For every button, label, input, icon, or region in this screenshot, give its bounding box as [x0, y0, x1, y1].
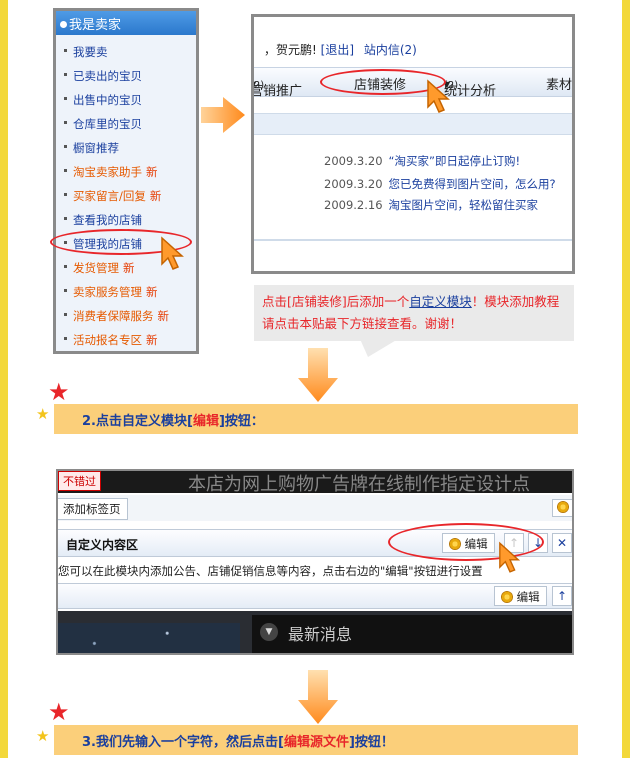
seller-menu-item[interactable]: 橱窗推荐 [56, 136, 196, 160]
gear-icon [501, 591, 513, 603]
instruction-callout: 点击[店铺装修]后添加一个自定义模块！模块添加教程请点击本贴最下方链接查看。谢谢… [254, 285, 574, 341]
seller-menu-title: 我是卖家 [69, 18, 122, 33]
top-badge: 不错过 [58, 471, 101, 491]
panel-divider [254, 239, 572, 241]
seller-menu-item[interactable]: 淘宝卖家助手新 [56, 160, 196, 184]
bullet-icon [64, 97, 67, 100]
news-item[interactable]: 2009.2.16 淘宝图片空间，轻松留住买家 [324, 197, 538, 213]
banner-text: 本店为网上购物广告牌在线制作指定设计点 [188, 474, 530, 495]
arrow-right-icon [201, 97, 245, 133]
new-badge: 新 [157, 309, 170, 323]
chevron-down-icon: ▼ [254, 80, 256, 89]
star-icon: ★ [36, 405, 50, 423]
module-description: 您可以在此模块内添加公告、店铺促销信息等内容，点击右边的"编辑"按钮进行设置 [58, 564, 483, 578]
logout-link[interactable]: [退出] [321, 43, 354, 57]
user-bar: ，贺元鹏! [退出] 站内信(2) [264, 41, 417, 58]
gear-icon [557, 501, 569, 513]
edit-button[interactable]: 编辑 [494, 586, 547, 606]
bullet-icon [64, 217, 67, 220]
bullet-icon [64, 145, 67, 148]
store-preview: ▼ 最新消息 [58, 611, 572, 653]
seller-menu-item-label: 橱窗推荐 [73, 141, 119, 155]
seller-menu-item-label: 淘宝卖家助手 [73, 165, 142, 179]
module-toolbar: 编辑 ↑ [58, 583, 572, 609]
news-section: ▼ 最新消息 [252, 615, 572, 653]
seller-menu-item-label: 仓库里的宝贝 [73, 117, 142, 131]
new-badge: 新 [149, 189, 162, 203]
nav-assets[interactable]: 素材 [546, 74, 572, 93]
seller-menu-item[interactable]: 出售中的宝贝 [56, 88, 196, 112]
cursor-pointer-icon [161, 236, 184, 270]
seller-menu-item-label: 查看我的店铺 [73, 213, 142, 227]
seller-menu-item-label: 我要卖 [73, 45, 108, 59]
new-badge: 新 [146, 285, 158, 299]
store-nav-screenshot: ，贺元鹏! [退出] 站内信(2) 营销推广(2)▼ 店铺装修 统计分析(2)▼… [251, 14, 575, 274]
seller-menu-item-label: 出售中的宝贝 [73, 93, 142, 107]
inbox-link[interactable]: 站内信(2) [364, 43, 417, 57]
news-item[interactable]: 2009.3.20 “淘买家”即日起停止订购! [324, 153, 520, 169]
seller-menu-item-label: 发货管理 [73, 261, 119, 275]
arrow-down-icon [298, 670, 338, 724]
bullet-icon [64, 169, 67, 172]
editor-screenshot: 不错过 本店为网上购物广告牌在线制作指定设计点 添加标签页 自定义内容区 编辑 … [56, 469, 574, 655]
bullet-icon [60, 21, 67, 28]
seller-menu-item[interactable]: 消费者保障服务新 [56, 304, 196, 328]
bullet-icon [64, 265, 67, 268]
callout-tail [360, 339, 398, 357]
module-title: 自定义内容区 [66, 538, 139, 552]
chevron-down-icon[interactable]: ▼ [260, 623, 278, 641]
seller-menu-header: 我是卖家 [56, 11, 196, 35]
cursor-pointer-icon [427, 79, 450, 113]
seller-menu-panel: 我是卖家 我要卖 已卖出的宝贝 出售中的宝贝 仓库里的宝贝 橱窗推荐 淘宝卖家助手新买家留… [53, 8, 199, 354]
star-icon: ★ [48, 698, 70, 726]
banner-strip: 不错过 本店为网上购物广告牌在线制作指定设计点 [58, 471, 572, 495]
new-badge: 新 [146, 165, 158, 179]
custom-module-link[interactable]: 自定义模块 [409, 294, 472, 309]
settings-button[interactable] [552, 499, 572, 517]
preview-image [58, 623, 240, 653]
arrow-down-icon [298, 348, 338, 402]
close-button[interactable]: ✕ [552, 533, 572, 553]
seller-menu-item[interactable]: 活动报名专区新 [56, 328, 196, 352]
news-title: 最新消息 [288, 625, 353, 644]
bullet-icon [64, 121, 67, 124]
bullet-icon [64, 289, 67, 292]
seller-menu-item-label: 消费者保障服务 [73, 309, 154, 323]
seller-menu-item[interactable]: 我要卖 [56, 40, 196, 64]
seller-menu-item-label: 买家留言/回复 [73, 189, 146, 203]
user-greeting: ，贺元鹏! [264, 43, 317, 57]
star-icon: ★ [48, 378, 70, 406]
panel-band [254, 113, 572, 135]
bullet-icon [64, 337, 67, 340]
seller-menu-item-label: 卖家服务管理 [73, 285, 142, 299]
seller-menu-list: 我要卖 已卖出的宝贝 出售中的宝贝 仓库里的宝贝 橱窗推荐 淘宝卖家助手新买家留言/回复新… [56, 35, 196, 352]
move-up-button[interactable]: ↑ [552, 586, 572, 606]
seller-menu-item[interactable]: 已卖出的宝贝 [56, 64, 196, 88]
news-item[interactable]: 2009.3.20 您已免费得到图片空间，怎么用? [324, 176, 556, 192]
new-badge: 新 [123, 261, 135, 275]
bullet-icon [64, 313, 67, 316]
tab-row: 添加标签页 [58, 495, 572, 521]
seller-menu-item-label: 活动报名专区 [73, 333, 142, 347]
star-icon: ★ [36, 727, 50, 745]
add-tab-button[interactable]: 添加标签页 [58, 498, 128, 520]
new-badge: 新 [146, 333, 158, 347]
bullet-icon [64, 73, 67, 76]
bullet-icon [64, 193, 67, 196]
step-2-bar: 2.点击自定义模块[编辑]按钮： [54, 404, 578, 434]
tutorial-canvas: 我是卖家 我要卖 已卖出的宝贝 出售中的宝贝 仓库里的宝贝 橱窗推荐 淘宝卖家助手新买家留… [8, 0, 622, 758]
bullet-icon [64, 49, 67, 52]
seller-menu-item[interactable]: 卖家服务管理新 [56, 280, 196, 304]
seller-menu-item-label: 已卖出的宝贝 [73, 69, 142, 83]
seller-menu-item[interactable]: 仓库里的宝贝 [56, 112, 196, 136]
step-3-bar: 3.我们先输入一个字符，然后点击[编辑源文件]按钮！ [54, 725, 578, 755]
seller-menu-item[interactable]: 买家留言/回复新 [56, 184, 196, 208]
